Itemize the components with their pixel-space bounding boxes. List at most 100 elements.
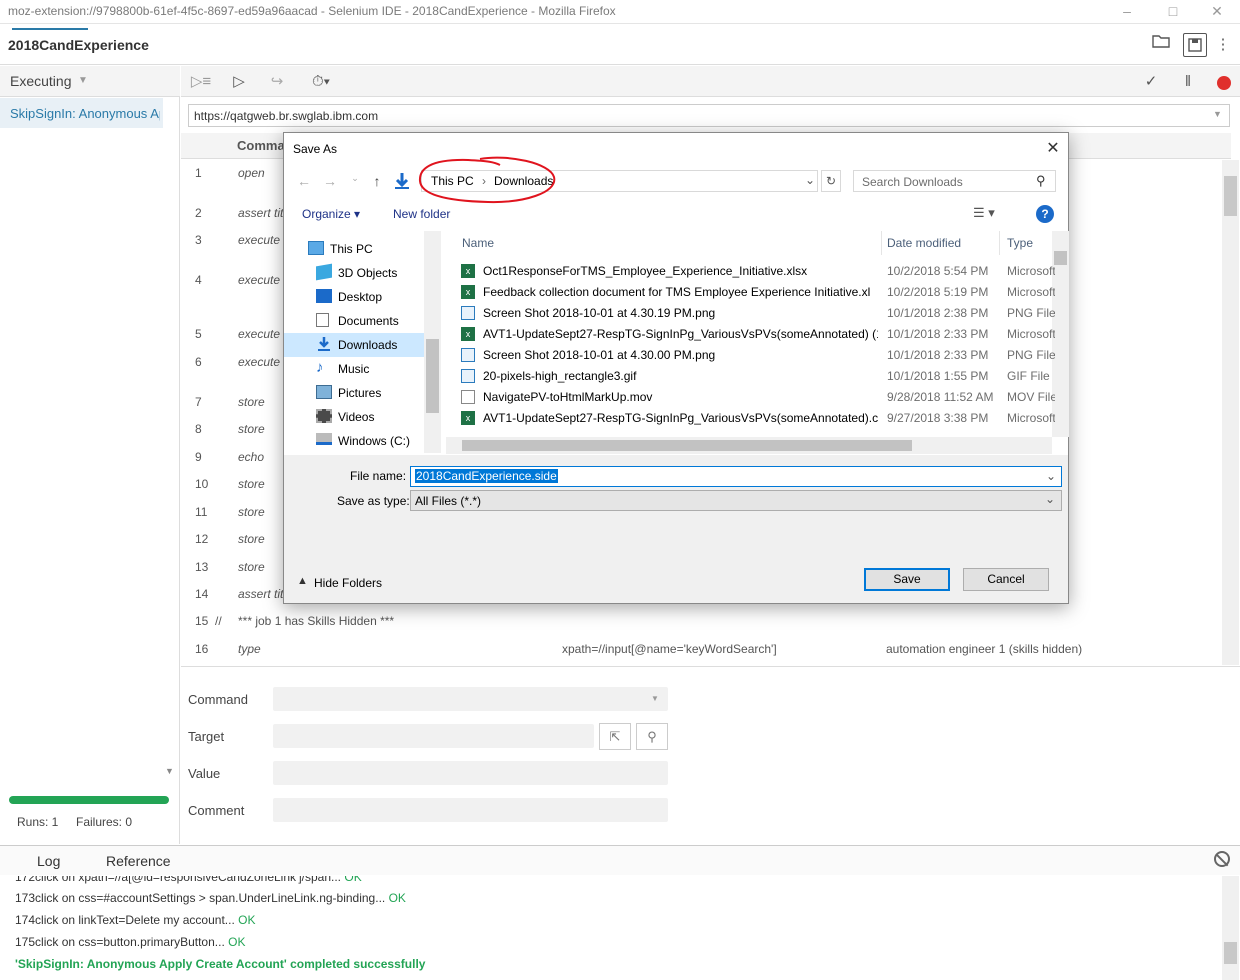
log-line: 172click on xpath=//a[@id=responsiveCand… (15, 876, 362, 884)
pause-icon[interactable]: ‖ (1176, 70, 1200, 94)
chevron-up-icon[interactable]: ▲ (297, 575, 308, 587)
view-options-icon[interactable]: ☰ ▾ (973, 205, 995, 221)
nav-pane-scrollbar[interactable] (424, 231, 441, 453)
save-as-dialog: Save As ✕ ← → ⌄ ↑ This PC › Downloads ⌄ … (283, 132, 1069, 604)
refresh-icon[interactable]: ↻ (821, 170, 841, 192)
row-number: 7 (195, 395, 202, 409)
command-input[interactable]: ▼ (273, 687, 668, 711)
drive-icon (316, 433, 332, 445)
nav-item-videos[interactable]: Videos (284, 405, 424, 429)
base-url-field[interactable]: https://qatgweb.br.swglab.ibm.com ▼ (188, 104, 1230, 127)
image-file-icon (461, 348, 475, 362)
row-command: type (238, 642, 261, 656)
forward-arrow-icon[interactable]: → (321, 173, 339, 191)
column-type[interactable]: Type (1007, 236, 1033, 250)
comment-input[interactable] (273, 798, 668, 822)
nav-item-downloads[interactable]: Downloads (284, 333, 424, 357)
search-icon: ⚲ (1036, 173, 1046, 188)
suite-dropdown[interactable]: Executing ▼ (0, 66, 180, 97)
file-row[interactable]: NavigatePV-toHtmlMarkUp.mov 9/28/2018 11:… (456, 387, 1056, 408)
row-target: xpath=//input[@name='keyWordSearch'] (562, 642, 777, 656)
dialog-close-icon[interactable]: ✕ (1041, 138, 1065, 158)
tab-reference[interactable]: Reference (106, 853, 171, 869)
back-arrow-icon[interactable]: ← (295, 173, 313, 191)
run-all-tests-icon[interactable]: ▷≡ (189, 70, 213, 94)
table-scrollbar[interactable] (1222, 160, 1239, 665)
speed-timer-icon[interactable]: ⏱▾ (309, 70, 333, 94)
test-item-label: SkipSignIn: Anonymous Apply Create Accou… (10, 106, 160, 121)
up-folder-icon[interactable]: ↑ (368, 173, 386, 191)
target-input[interactable] (273, 724, 594, 748)
nav-item-desktop[interactable]: Desktop (284, 285, 424, 309)
clear-log-icon[interactable] (1214, 851, 1230, 867)
file-list-horizontal-scrollbar[interactable] (446, 437, 1052, 454)
nav-item-windows-c[interactable]: Windows (C:) (284, 429, 424, 453)
more-options-icon[interactable]: ⋮ (1211, 33, 1235, 57)
row-number: 13 (195, 560, 209, 574)
open-project-icon[interactable] (1149, 33, 1173, 57)
videos-icon (316, 409, 332, 423)
nav-item-3d-objects[interactable]: 3D Objects (284, 261, 424, 285)
project-name[interactable]: 2018CandExperience (8, 37, 149, 53)
column-divider (881, 231, 882, 255)
new-folder-button[interactable]: New folder (393, 207, 450, 221)
close-window-button[interactable]: ✕ (1194, 0, 1240, 24)
row-command: execute (238, 327, 281, 341)
file-row[interactable]: 20-pixels-high_rectangle3.gif 10/1/2018 1… (456, 366, 1056, 387)
file-row[interactable]: x Feedback collection document for TMS Em… (456, 282, 1056, 303)
find-target-icon[interactable]: ⚲ (636, 723, 668, 750)
help-icon[interactable]: ? (1036, 205, 1054, 223)
file-row[interactable]: x AVT1-UpdateSept27-RespTG-SignInPg_Vario… (456, 408, 1056, 429)
nav-item-pictures[interactable]: Pictures (284, 381, 424, 405)
column-date-modified[interactable]: Date modified (887, 236, 961, 250)
row-command: store (238, 560, 265, 574)
table-row[interactable]: 16 type xpath=//input[@name='keyWordSearch… (181, 636, 1221, 662)
window-titlebar: moz-extension://9798800b-61ef-4f5c-8697-… (0, 0, 1240, 24)
row-comment: *** job 1 has Skills Hidden *** (238, 614, 395, 628)
desktop-icon (316, 289, 332, 303)
dialog-toolbar: Organize ▾ New folder ☰ ▾ (284, 201, 1068, 227)
chevron-down-icon: ▼ (651, 694, 659, 703)
nav-item-music[interactable]: ♪ Music (284, 357, 424, 381)
organize-button[interactable]: Organize ▾ (302, 207, 360, 221)
value-input[interactable] (273, 761, 668, 785)
cancel-button[interactable]: Cancel (963, 568, 1049, 591)
step-over-icon[interactable]: ↪ (265, 70, 289, 94)
file-row[interactable]: Screen Shot 2018-10-01 at 4.30.19 PM.png… (456, 303, 1056, 324)
table-row[interactable]: 15 // *** job 1 has Skills Hidden *** (181, 608, 1221, 634)
tab-log[interactable]: Log (37, 853, 60, 869)
row-command: execute (238, 355, 281, 369)
scroll-down-icon[interactable]: ▼ (165, 766, 174, 776)
file-row[interactable]: x Oct1ResponseForTMS_Employee_Experience_… (456, 261, 1056, 282)
hide-folders-button[interactable]: Hide Folders (314, 576, 382, 590)
row-number: 12 (195, 532, 209, 546)
select-target-icon[interactable]: ⇱ (599, 723, 631, 750)
chevron-down-icon[interactable]: ⌄ (805, 173, 815, 187)
file-icon (461, 390, 475, 404)
column-name[interactable]: Name (462, 236, 494, 250)
run-current-test-icon[interactable]: ▷ (227, 70, 251, 94)
file-name: NavigatePV-toHtmlMarkUp.mov (483, 390, 653, 404)
file-type: GIF File (1007, 369, 1050, 383)
maximize-button[interactable]: □ (1150, 0, 1196, 24)
log-scrollbar[interactable] (1222, 876, 1239, 980)
save-as-type-select[interactable]: All Files (*.*) ⌄ (410, 490, 1062, 511)
test-item[interactable]: SkipSignIn: Anonymous Apply Create Accou… (0, 98, 163, 128)
nav-item-this-pc[interactable]: This PC (284, 237, 424, 261)
recent-locations-icon[interactable]: ⌄ (346, 173, 364, 191)
row-number: 11 (195, 505, 208, 519)
minimize-button[interactable]: – (1104, 0, 1150, 24)
save-button[interactable]: Save (864, 568, 950, 591)
nav-item-documents[interactable]: Documents (284, 309, 424, 333)
command-label: Command (188, 692, 248, 707)
file-name-input[interactable]: 2018CandExperience.side ⌄ (410, 466, 1062, 487)
value-label: Value (188, 766, 221, 781)
row-command: open (238, 166, 265, 180)
disable-breakpoints-icon[interactable]: ✓ (1139, 70, 1163, 94)
record-icon[interactable] (1217, 76, 1231, 90)
save-project-icon[interactable] (1183, 33, 1207, 57)
search-downloads-input[interactable]: Search Downloads ⚲ (853, 170, 1056, 192)
chevron-down-icon[interactable]: ⌄ (1045, 469, 1057, 483)
file-row[interactable]: Screen Shot 2018-10-01 at 4.30.00 PM.png… (456, 345, 1056, 366)
file-row[interactable]: x AVT1-UpdateSept27-RespTG-SignInPg_Vario… (456, 324, 1056, 345)
